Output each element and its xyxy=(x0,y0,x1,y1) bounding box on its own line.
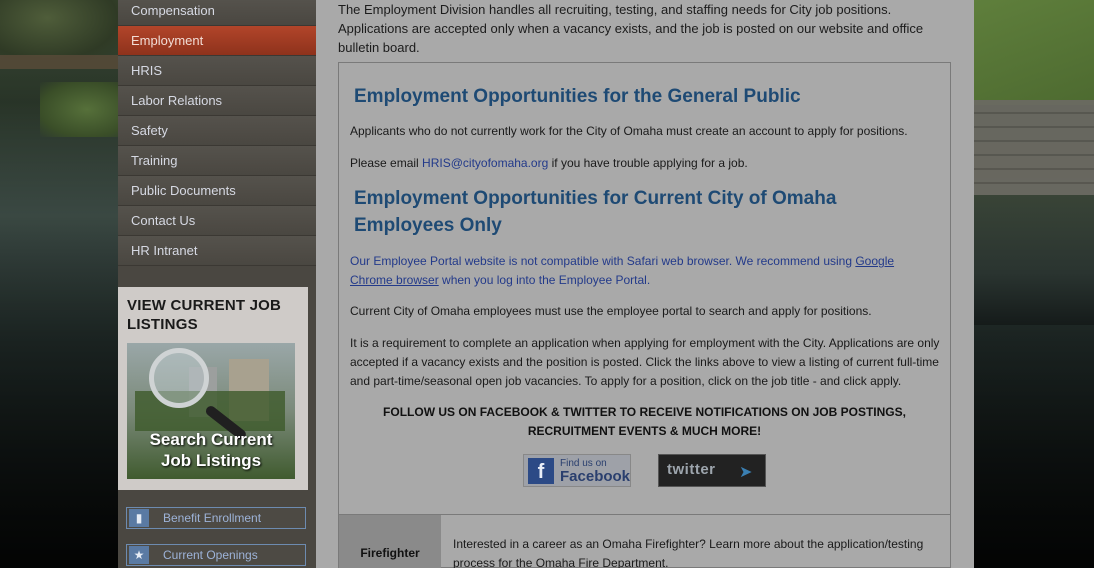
twitter-button[interactable]: twitter ➤ xyxy=(658,454,766,487)
facebook-icon: f xyxy=(528,458,554,484)
browser-notice-text: Our Employee Portal website is not compa… xyxy=(350,254,856,268)
follow-us-line1: FOLLOW US ON FACEBOOK & TWITTER TO RECEI… xyxy=(383,405,906,419)
email-help-suffix: if you have trouble applying for a job. xyxy=(548,156,748,170)
firefighter-row: Firefighter Interested in a career as an… xyxy=(339,514,950,568)
hris-email-link[interactable]: HRIS@cityofomaha.org xyxy=(422,156,548,170)
follow-us-line2: RECRUITMENT EVENTS & MUCH MORE! xyxy=(527,424,762,438)
search-job-listings-banner[interactable]: Search Current Job Listings xyxy=(127,343,295,479)
facebook-button-line2: Facebook xyxy=(560,468,631,485)
background-grass-left xyxy=(40,82,118,137)
sidebar-item-hr-intranet[interactable]: HR Intranet xyxy=(118,236,316,266)
browser-notice: Our Employee Portal website is not compa… xyxy=(350,252,940,290)
benefit-icon: ▮ xyxy=(129,509,149,527)
employment-panel: Employment Opportunities for the General… xyxy=(338,62,951,568)
banner-caption-line1: Search Current xyxy=(149,430,273,449)
sidebar-item-contact-us[interactable]: Contact Us xyxy=(118,206,316,236)
banner-caption: Search Current Job Listings xyxy=(127,429,295,471)
background-water xyxy=(974,195,1094,325)
sidebar-item-training[interactable]: Training xyxy=(118,146,316,176)
application-requirement-text: It is a requirement to complete an appli… xyxy=(350,336,940,388)
current-openings-link[interactable]: ★ Current Openings xyxy=(126,544,306,566)
person-icon: ★ xyxy=(129,546,149,564)
main-content: The Employment Division handles all recr… xyxy=(316,0,974,568)
sidebar-item-hris[interactable]: HRIS xyxy=(118,56,316,86)
general-public-text: Applicants who do not currently work for… xyxy=(350,124,908,138)
twitter-button-label: twitter xyxy=(667,461,716,478)
sidebar-item-safety[interactable]: Safety xyxy=(118,116,316,146)
sidebar-item-employment[interactable]: Employment xyxy=(118,26,316,56)
facebook-button[interactable]: f Find us on Facebook xyxy=(523,454,631,487)
sidebar-item-public-documents[interactable]: Public Documents xyxy=(118,176,316,206)
sidebar: Compensation Employment HRIS Labor Relat… xyxy=(118,0,316,568)
background-bridge xyxy=(0,55,118,69)
current-openings-label: Current Openings xyxy=(163,548,258,562)
banner-caption-line2: Job Listings xyxy=(160,451,262,470)
benefit-enrollment-link[interactable]: ▮ Benefit Enrollment xyxy=(126,507,306,529)
firefighter-text: Interested in a career as an Omaha Firef… xyxy=(453,537,924,568)
employment-intro: The Employment Division handles all recr… xyxy=(338,2,924,55)
sidebar-item-labor-relations[interactable]: Labor Relations xyxy=(118,86,316,116)
general-public-heading: Employment Opportunities for the General… xyxy=(354,86,801,107)
twitter-bird-icon: ➤ xyxy=(739,464,753,481)
email-help-text: Please email HRIS@cityofomaha.org if you… xyxy=(350,154,940,173)
employee-portal-text: Current City of Omaha employees must use… xyxy=(350,304,872,318)
employees-heading: Employment Opportunities for Current Cit… xyxy=(354,188,837,236)
browser-notice-suffix: when you log into the Employee Portal. xyxy=(438,273,651,287)
job-listings-title: VIEW CURRENT JOB LISTINGS xyxy=(127,297,282,333)
background-grass-right xyxy=(974,0,1094,105)
email-help-prefix: Please email xyxy=(350,156,423,170)
magnifier-icon xyxy=(149,348,209,408)
background-tree xyxy=(0,0,118,60)
sidebar-item-compensation[interactable]: Compensation xyxy=(118,0,316,26)
job-listings-box: VIEW CURRENT JOB LISTINGS Search Current… xyxy=(118,287,308,490)
benefit-enrollment-label: Benefit Enrollment xyxy=(163,511,262,525)
background-stone-wall xyxy=(974,100,1094,195)
firefighter-label[interactable]: Firefighter xyxy=(339,515,441,568)
